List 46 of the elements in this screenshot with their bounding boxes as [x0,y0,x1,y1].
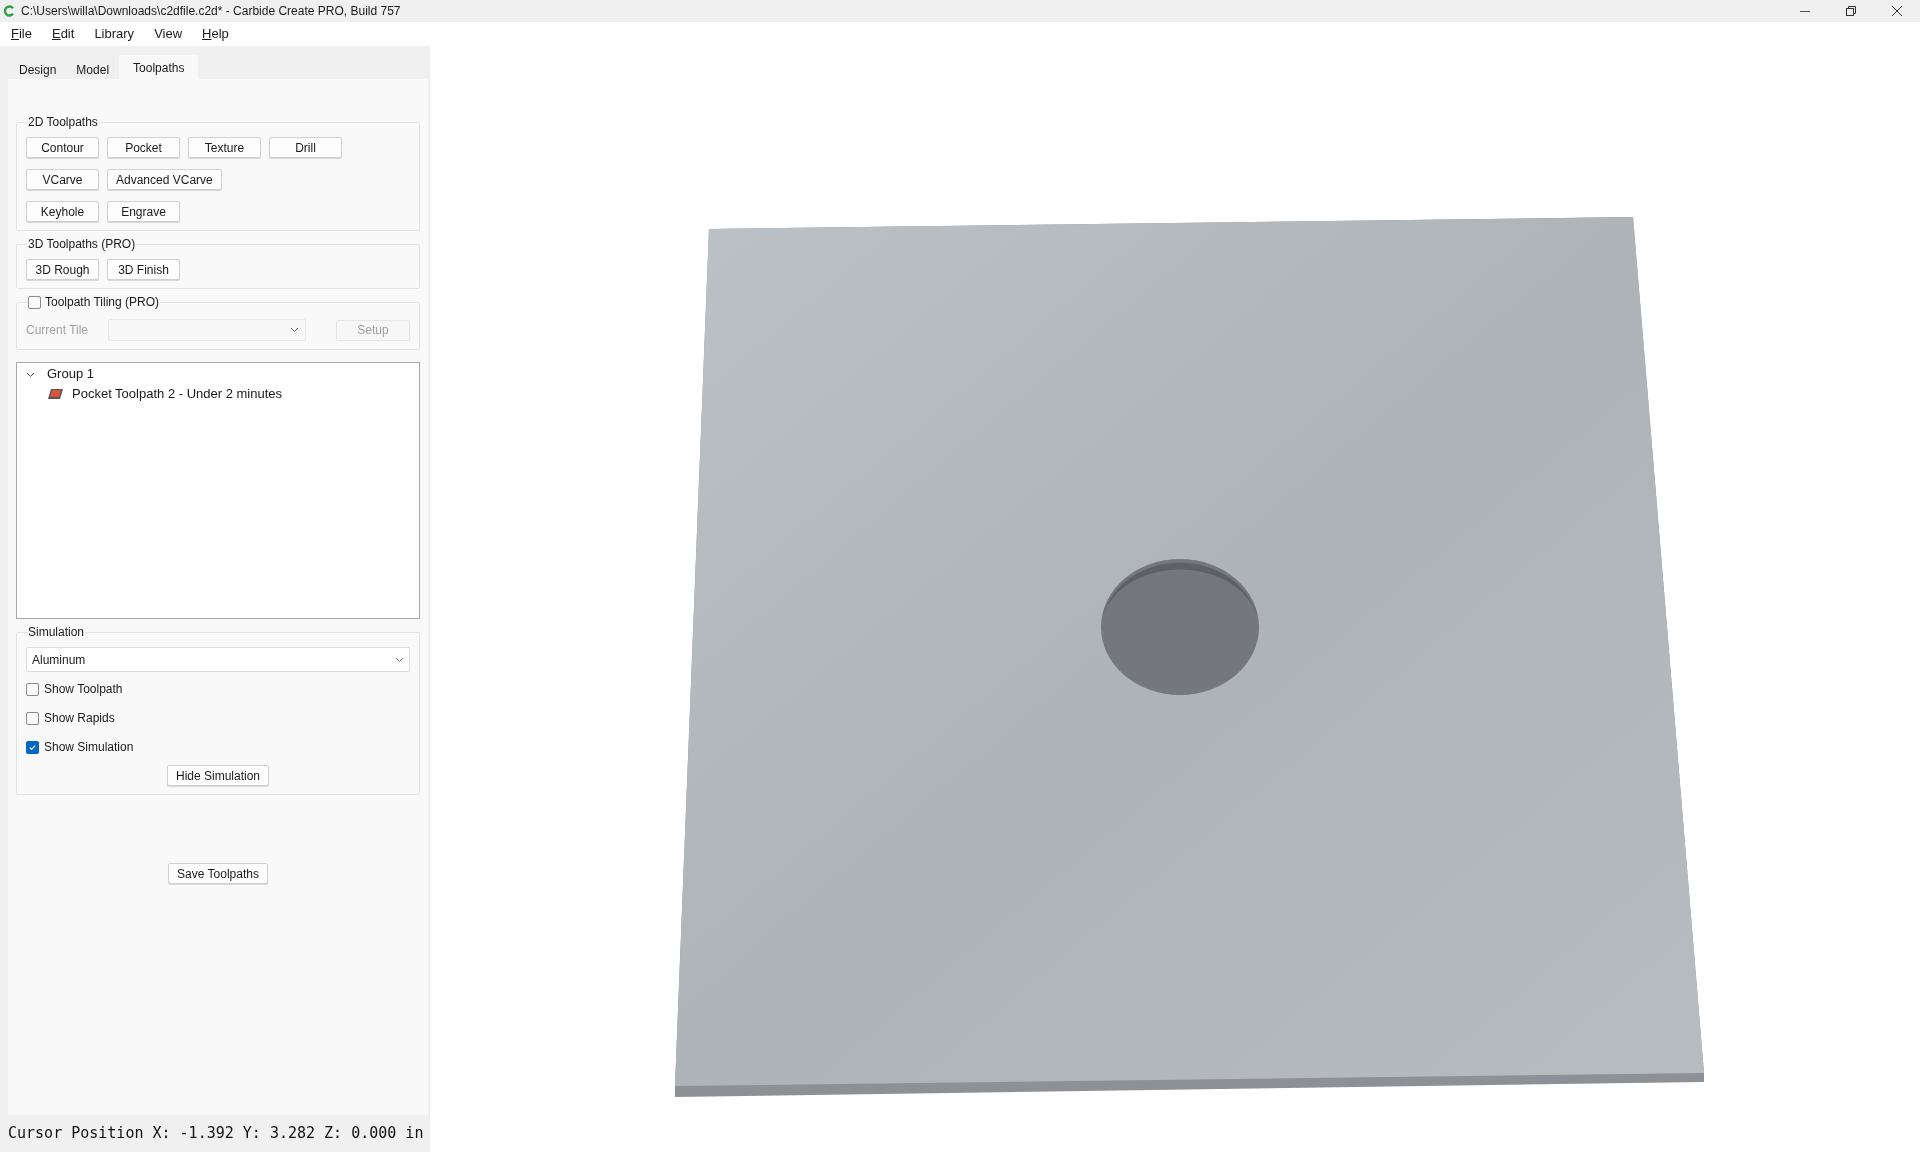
checkbox[interactable] [26,711,39,725]
group-title: 2D Toolpaths [28,114,98,131]
toolpath-button[interactable]: Advanced VCarve [107,169,222,190]
hide-simulation-button[interactable]: Hide Simulation [166,765,269,786]
field-label: Current Tile [26,322,90,339]
material-dropdown[interactable]: Aluminum [26,647,410,672]
minimize-icon [1800,10,1810,12]
restore-icon [1846,6,1856,16]
toolpath-button[interactable]: Pocket [107,137,180,158]
menu-item[interactable]: File [3,24,40,44]
status-bar-text: Cursor Position X: -1.392 Y: 3.282 Z: 0.000 in [8,1123,424,1145]
toolpath-button[interactable]: 3D Finish [107,259,180,280]
app-logo-icon [3,5,15,17]
checkbox[interactable] [26,740,39,754]
toolpath-button[interactable]: Drill [269,137,342,158]
checkbox[interactable] [26,682,39,696]
checkbox-label: Show Simulation [44,739,134,756]
window-title: C:\Users\willa\Downloads\c2dfile.c2d* - Carbide Create PRO, Build 757 [21,3,401,20]
toolpath-button[interactable]: 3D Rough [26,259,99,280]
group-title: Simulation [28,624,85,641]
toolpath-button[interactable]: Texture [188,137,261,158]
chevron-down-icon [290,327,299,333]
tree-item[interactable]: Pocket Toolpath 2 - Under 2 minutes [72,384,283,404]
menu-item[interactable]: View [146,24,191,44]
menu-item[interactable]: Help [194,24,237,44]
toolpath-button[interactable]: Engrave [107,201,180,222]
checkmark-icon [28,742,37,752]
toolpath-button[interactable]: Contour [26,137,99,158]
checkbox-label: Show Toolpath [44,681,123,698]
tab[interactable]: Model [66,57,120,79]
chevron-down-icon [395,656,404,663]
checkbox[interactable] [28,295,41,309]
save-toolpaths-button[interactable]: Save Toolpaths [168,863,268,884]
toolpath-button[interactable]: Keyhole [26,201,99,222]
toolpath-button[interactable]: VCarve [26,169,99,190]
tab[interactable]: Toolpaths [119,55,199,79]
tile-dropdown[interactable] [108,319,306,341]
toolpath-icon [47,387,65,401]
menu-item[interactable]: Library [86,24,143,44]
tab[interactable]: Design [9,57,67,79]
checkbox-label: Show Rapids [44,710,115,727]
close-icon [1892,6,1902,16]
group-title: 3D Toolpaths (PRO) [28,236,136,253]
checkbox-label: Toolpath Tiling (PRO) [45,294,160,311]
tree-item[interactable]: Group 1 [47,364,94,384]
menu-item[interactable]: Edit [43,24,83,44]
